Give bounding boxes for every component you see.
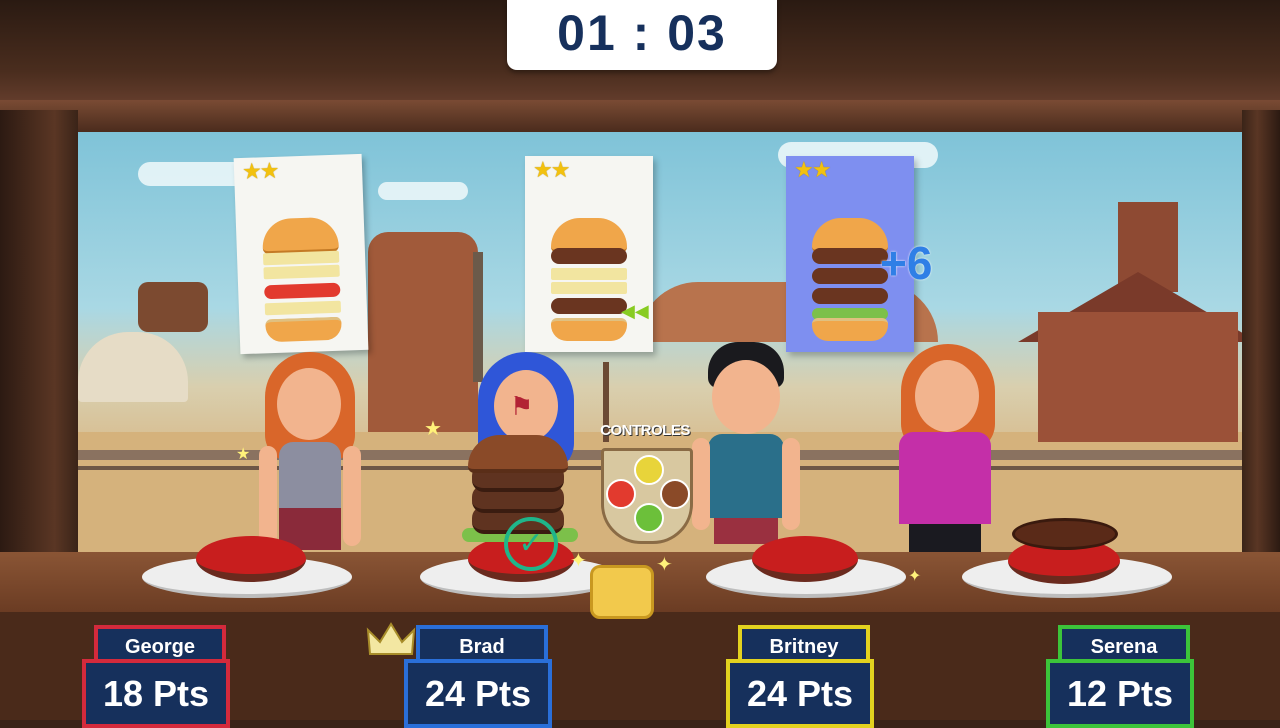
player-score: 24 Pts (726, 659, 874, 728)
cloud (378, 182, 468, 200)
controls-board (601, 448, 693, 544)
sparkle-icon: ★ (424, 416, 442, 440)
windmill (473, 252, 483, 382)
bun-top-layer (468, 435, 568, 473)
order-card: ★★ ◀◀ (525, 156, 653, 352)
sparkle-icon: ★ (236, 444, 251, 463)
sparkle-icon: ✦ (656, 552, 673, 576)
patty-layer (1012, 518, 1118, 550)
patty-control-icon (660, 479, 690, 509)
order-card: ★★ (233, 153, 369, 355)
water-tower (138, 282, 208, 332)
cheese-control-icon (634, 455, 664, 485)
burger-icon (261, 216, 343, 343)
covered-wagon (78, 332, 188, 402)
stars-icon: ★★ (241, 158, 278, 185)
crown-bag-icon (590, 565, 654, 619)
bonus-points: +6 (880, 237, 933, 289)
booth-post-right (1242, 110, 1280, 580)
arrow-left-icon: ◀◀ (621, 301, 649, 322)
stars-icon: ★★ (533, 158, 570, 183)
timer-text: 01 : 03 (557, 5, 727, 61)
booth-post-left (0, 110, 78, 580)
burger-base (752, 536, 858, 582)
mesa-rock (368, 232, 478, 442)
crown-icon (366, 622, 416, 655)
booth-beam (0, 100, 1280, 132)
player-score: 12 Pts (1046, 659, 1194, 728)
sparkle-icon: ✦ (908, 566, 922, 585)
player-score: 18 Pts (82, 659, 230, 728)
stars-icon: ★★ (794, 158, 831, 183)
checkmark-icon: ✓ (504, 517, 558, 571)
burger-base (196, 536, 306, 582)
controls-label: CONTROLES (600, 422, 690, 439)
flag-icon: ⚑ (510, 392, 534, 422)
tomato-control-icon (606, 479, 636, 509)
sparkle-icon: ✦ (570, 548, 587, 572)
player-score: 24 Pts (404, 659, 552, 728)
timer-panel: 01 : 03 (507, 0, 777, 70)
controls-sign: CONTROLES (595, 420, 695, 550)
lettuce-control-icon (634, 503, 664, 533)
church-building (1018, 202, 1242, 442)
